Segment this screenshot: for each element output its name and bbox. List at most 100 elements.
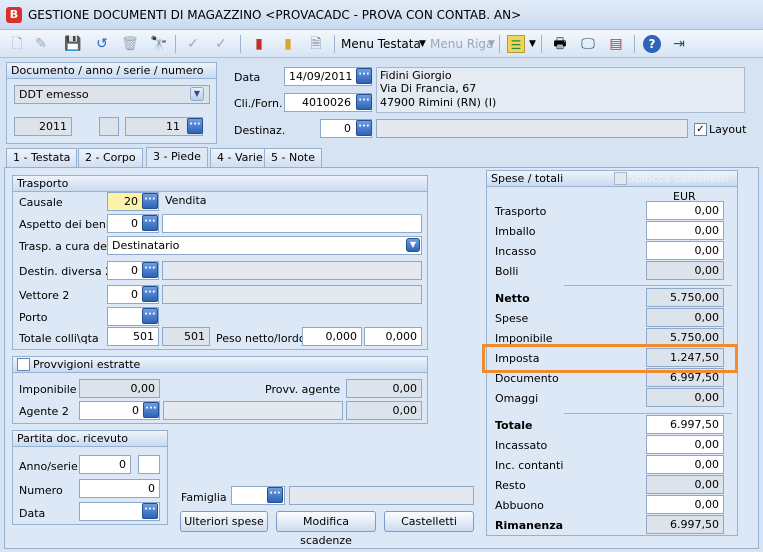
partita-anno-label: Anno/serie xyxy=(19,460,78,473)
highlight-box xyxy=(482,344,738,373)
document-icon[interactable]: 🗎 xyxy=(307,35,325,53)
cliforn-lookup-button[interactable]: ··· xyxy=(356,94,372,110)
modifica-scadenze-button[interactable]: Modifica scadenze xyxy=(276,511,376,547)
spese-row-value[interactable]: 0,00 xyxy=(646,241,724,260)
spese-row-value[interactable]: 6.997,50 xyxy=(646,415,724,434)
castelletti-button[interactable]: Castelletti xyxy=(384,511,474,532)
address-line: Fidini Giorgio xyxy=(380,69,452,82)
toolbar-separator xyxy=(541,35,542,53)
menu-testata[interactable]: Menu Testata xyxy=(341,37,421,51)
edit-icon[interactable]: ✎ xyxy=(32,35,50,53)
exit-icon[interactable]: ⇥ xyxy=(670,35,688,53)
aspetto-description[interactable] xyxy=(162,214,422,233)
save-icon[interactable]: 💾 xyxy=(64,35,82,53)
spese-row-label: Incasso xyxy=(495,245,537,258)
tab-corpo[interactable]: 2 - Corpo xyxy=(78,148,143,168)
vettore-lookup-button[interactable]: ··· xyxy=(142,286,158,302)
chevron-down-icon[interactable]: ▼ xyxy=(419,39,426,49)
causale-lookup-button[interactable]: ··· xyxy=(142,193,158,209)
partita-numero-field[interactable]: 0 xyxy=(79,479,160,498)
colli-field[interactable]: 501 xyxy=(107,327,159,346)
destin-lookup-button[interactable]: ··· xyxy=(142,262,158,278)
anno-field[interactable]: 2011 xyxy=(14,117,72,136)
app-logo-icon: B xyxy=(6,7,22,23)
check-icon[interactable]: ✓ xyxy=(184,35,202,53)
famiglia-label: Famiglia xyxy=(181,491,227,504)
spese-row-value: 0,00 xyxy=(646,261,724,280)
destin-description xyxy=(162,261,422,280)
spese-row-label: Trasporto xyxy=(495,205,547,218)
causale-label: Causale xyxy=(19,196,63,209)
layout-label: Layout xyxy=(709,123,747,136)
list-icon[interactable]: ☰ xyxy=(507,35,525,53)
porto-lookup-button[interactable]: ··· xyxy=(142,308,158,324)
help-icon[interactable]: ? xyxy=(643,35,661,53)
window-title: GESTIONE DOCUMENTI DI MAGAZZINO <PROVACA… xyxy=(28,8,522,22)
provvigioni-title: Provvigioni estratte xyxy=(13,357,427,373)
aspetto-label: Aspetto dei beni xyxy=(19,218,109,231)
toolbar-separator xyxy=(499,35,500,53)
data-label: Data xyxy=(234,71,261,84)
serie-field[interactable] xyxy=(99,117,119,136)
partita-anno-field[interactable]: 0 xyxy=(79,455,131,474)
imponibile-provv-field: 0,00 xyxy=(79,379,160,398)
spese-row-value[interactable]: 0,00 xyxy=(646,221,724,240)
document-type-select[interactable]: DDT emesso xyxy=(14,85,210,104)
undo-icon[interactable]: ↺ xyxy=(93,35,111,53)
check-all-icon[interactable]: ✓ xyxy=(212,35,230,53)
vettore-label: Vettore 2 xyxy=(19,289,70,302)
search-binoculars-icon[interactable]: 🔭 xyxy=(150,35,168,53)
numero-lookup-button[interactable]: ··· xyxy=(187,118,203,134)
tab-piede[interactable]: 3 - Piede xyxy=(146,147,208,168)
sblocca-label: Sblocca castelletti xyxy=(628,172,729,185)
spese-row-value[interactable]: 0,00 xyxy=(646,201,724,220)
chevron-down-icon[interactable]: ▼ xyxy=(529,39,536,49)
trasp-select[interactable]: Destinatario xyxy=(107,236,422,255)
agente2-field: 0,00 xyxy=(346,401,422,420)
destinaz-lookup-button[interactable]: ··· xyxy=(356,120,372,136)
printer-icon[interactable]: 🖶 xyxy=(551,35,569,53)
agente-label: Agente 2 xyxy=(19,405,69,418)
monitor-icon[interactable]: 🖵 xyxy=(579,35,597,53)
partita-date-picker-button[interactable]: ··· xyxy=(142,503,158,519)
divider xyxy=(564,285,732,286)
spese-row-label: Totale xyxy=(495,419,533,432)
famiglia-description xyxy=(289,486,474,505)
delete-icon[interactable]: 🗑 xyxy=(121,35,139,53)
famiglia-lookup-button[interactable]: ··· xyxy=(267,487,283,503)
spese-row-label: Spese xyxy=(495,312,529,325)
book-red-icon[interactable]: ▮ xyxy=(250,35,268,53)
sblocca-checkbox[interactable] xyxy=(614,172,627,185)
spese-row-value[interactable]: 0,00 xyxy=(646,455,724,474)
partita-serie-field[interactable] xyxy=(138,455,160,474)
spese-row-label: Incassato xyxy=(495,439,548,452)
menu-riga[interactable]: Menu Riga xyxy=(430,37,493,51)
spese-row-value: 0,00 xyxy=(646,308,724,327)
divider xyxy=(564,413,732,414)
tab-note[interactable]: 5 - Note xyxy=(264,148,322,168)
spese-row-value[interactable]: 0,00 xyxy=(646,435,724,454)
peso-netto-field[interactable]: 0,000 xyxy=(302,327,362,346)
aspetto-lookup-button[interactable]: ··· xyxy=(142,215,158,231)
provvigioni-checkbox[interactable] xyxy=(17,358,30,371)
chevron-down-icon[interactable]: ▼ xyxy=(406,238,420,252)
agente-lookup-button[interactable]: ··· xyxy=(143,402,159,418)
layout-checkbox[interactable]: ✓ xyxy=(694,123,707,136)
chevron-down-icon[interactable]: ▼ xyxy=(488,39,495,49)
tab-varie[interactable]: 4 - Varie xyxy=(210,148,270,168)
spese-row-value[interactable]: 0,00 xyxy=(646,495,724,514)
chevron-down-icon[interactable]: ▼ xyxy=(190,87,204,101)
peso-lordo-field[interactable]: 0,000 xyxy=(364,327,422,346)
imponibile-provv-label: Imponibile xyxy=(19,383,77,396)
pdf-icon[interactable]: ▤ xyxy=(607,35,625,53)
folder-icon[interactable]: ▮ xyxy=(279,35,297,53)
ulteriori-spese-button[interactable]: Ulteriori spese xyxy=(180,511,268,532)
totale-colli-label: Totale colli\qta xyxy=(19,332,99,345)
new-document-icon[interactable]: 🗋 xyxy=(8,35,26,53)
destinaz-label: Destinaz. xyxy=(234,124,286,137)
tab-testata[interactable]: 1 - Testata xyxy=(6,148,78,168)
date-picker-button[interactable]: ··· xyxy=(356,68,372,84)
porto-label: Porto xyxy=(19,311,48,324)
spese-row-label: Imballo xyxy=(495,225,536,238)
spese-row-label: Resto xyxy=(495,479,526,492)
